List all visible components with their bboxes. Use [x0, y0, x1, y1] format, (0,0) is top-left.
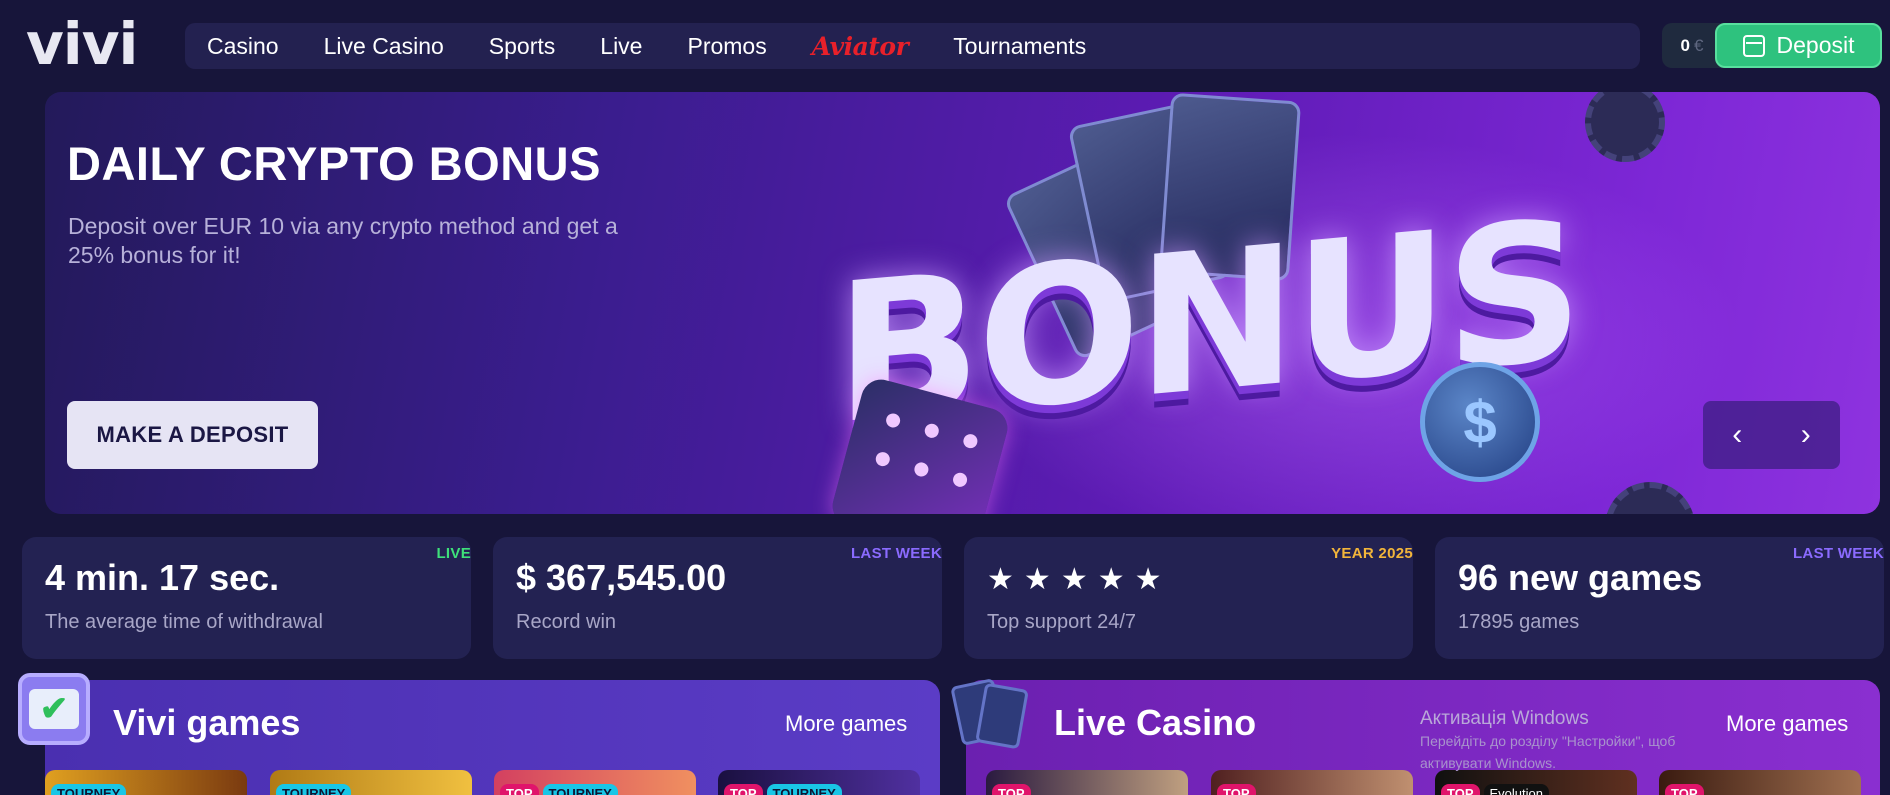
vivi-games-section: Vivi games More games TOURNEY TOURNEY TO… — [45, 680, 940, 795]
stat-label: 17895 games — [1458, 611, 1580, 633]
star-icon: ★ — [1134, 563, 1162, 596]
hero-title: DAILY CRYPTO BONUS — [67, 137, 601, 190]
nav-sports[interactable]: Sports — [489, 33, 555, 60]
badge-group: TOP — [1217, 784, 1256, 795]
tourney-badge: TOURNEY — [51, 784, 127, 795]
nav-promos[interactable]: Promos — [687, 33, 766, 60]
vivi-logo[interactable]: vivi — [26, 14, 166, 74]
page: vivi Casino Live Casino Sports Live Prom… — [0, 0, 1890, 795]
game-thumbnail[interactable]: TOP TOURNEY — [494, 770, 696, 795]
star-rating: ★ ★ ★ ★ ★ — [987, 565, 1162, 595]
game-thumbnail[interactable]: TOURNEY — [45, 770, 247, 795]
star-icon: ★ — [1097, 563, 1125, 596]
stat-tag: LAST WEEK — [1792, 545, 1884, 562]
top-badge: TOP — [1665, 784, 1704, 795]
balance-amount: 0 — [1680, 35, 1690, 55]
main-nav: Casino Live Casino Sports Live Promos Av… — [185, 23, 1640, 69]
game-thumbnail[interactable]: TOP — [986, 770, 1188, 795]
dollar-coin-icon: $ — [1420, 362, 1540, 482]
checkmark-icon: ✔ — [29, 689, 79, 729]
tourney-badge: TOURNEY — [542, 784, 618, 795]
game-thumbnail[interactable]: TOP — [1211, 770, 1413, 795]
header: vivi Casino Live Casino Sports Live Prom… — [0, 0, 1890, 90]
balance-display[interactable]: 0 € — [1662, 23, 1722, 68]
chevron-right-icon[interactable]: › — [1786, 418, 1826, 452]
star-icon: ★ — [987, 563, 1014, 596]
badge-group: TOP TOURNEY — [724, 784, 842, 795]
section-title: Live Casino — [1054, 702, 1257, 743]
nav-aviator[interactable]: Aviator — [812, 32, 909, 61]
nav-tournaments[interactable]: Tournaments — [953, 33, 1086, 60]
badge-group: TOURNEY — [51, 784, 127, 795]
stat-card-record-win: LAST WEEK $ 367,545.00 Record win — [493, 537, 942, 659]
carousel-controls: ‹ › — [1703, 401, 1840, 469]
nav-live-casino[interactable]: Live Casino — [324, 33, 444, 60]
stat-tag: LAST WEEK — [850, 545, 942, 562]
badge-group: TOP — [992, 784, 1031, 795]
section-title: Vivi games — [113, 702, 301, 743]
hero-subtitle: Deposit over EUR 10 via any crypto metho… — [68, 213, 618, 268]
stat-card-support: YEAR 2025 ★ ★ ★ ★ ★ Top support 24/7 — [964, 537, 1413, 659]
more-games-link[interactable]: More games — [785, 711, 907, 737]
badge-group: TOP Evolution — [1441, 784, 1549, 795]
chevron-left-icon[interactable]: ‹ — [1717, 418, 1757, 452]
deposit-label: Deposit — [1776, 32, 1855, 58]
top-badge: TOP — [724, 784, 763, 795]
stat-tag: LIVE — [436, 545, 471, 562]
logo-text: vivi — [26, 10, 138, 78]
stat-label: Top support 24/7 — [987, 611, 1136, 633]
nav-casino[interactable]: Casino — [207, 33, 279, 60]
badge-group: TOP — [1665, 784, 1704, 795]
stat-label: The average time of withdrawal — [45, 611, 323, 633]
windows-activation-watermark: Активація Windows Перейдіть до розділу "… — [1420, 708, 1750, 774]
tourney-badge: TOURNEY — [276, 784, 352, 795]
stat-card-withdrawal: LIVE 4 min. 17 sec. The average time of … — [22, 537, 471, 659]
stat-tag: YEAR 2025 — [1331, 545, 1413, 562]
star-icon: ★ — [1060, 563, 1088, 596]
top-badge: TOP — [1441, 784, 1480, 795]
star-icon: ★ — [1023, 563, 1051, 596]
game-thumbnail[interactable]: TOP TOURNEY — [718, 770, 920, 795]
watermark-body: Перейдіть до розділу "Настройки", щоб ак… — [1420, 733, 1676, 771]
wallet-icon — [1742, 34, 1765, 57]
badge-group: TOP TOURNEY — [500, 784, 618, 795]
stat-card-new-games: LAST WEEK 96 new games 17895 games — [1435, 537, 1884, 659]
cards-icon — [950, 678, 1032, 750]
game-thumbnail[interactable]: TOURNEY — [270, 770, 472, 795]
top-badge: TOP — [1217, 784, 1256, 795]
make-deposit-button[interactable]: MAKE A DEPOSIT — [67, 401, 318, 469]
tourney-badge: TOURNEY — [766, 784, 842, 795]
top-badge: TOP — [992, 784, 1031, 795]
badge-group: TOURNEY — [276, 784, 352, 795]
balance-currency: € — [1694, 35, 1704, 55]
stat-label: Record win — [516, 611, 617, 633]
top-badge: TOP — [500, 784, 539, 795]
deposit-button[interactable]: Deposit — [1715, 23, 1882, 68]
watermark-title: Активація Windows — [1420, 708, 1589, 729]
stat-value: 4 min. 17 sec. — [45, 557, 280, 598]
stat-value: $ 367,545.00 — [516, 557, 727, 598]
nav-live[interactable]: Live — [600, 33, 642, 60]
hero-banner[interactable]: BONUS $ DAILY CRYPTO BONUS Deposit over … — [45, 92, 1880, 514]
vivi-games-icon: ✔ — [18, 673, 90, 745]
evolution-badge: Evolution — [1483, 784, 1549, 795]
stat-value: 96 new games — [1458, 557, 1703, 598]
